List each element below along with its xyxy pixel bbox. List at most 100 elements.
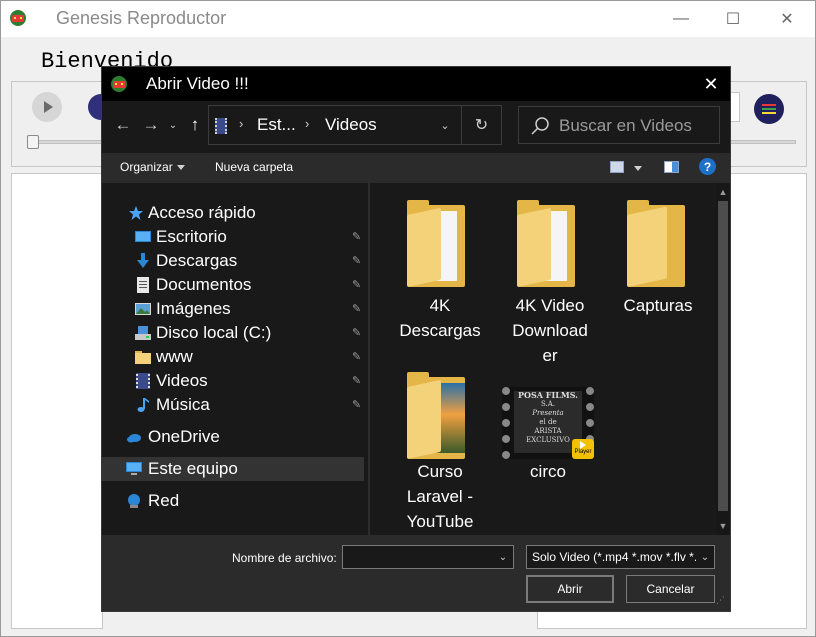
video-folder-icon — [215, 118, 227, 134]
play-icon — [44, 101, 53, 113]
scroll-up-button[interactable]: ▲ — [716, 185, 730, 199]
sidebar-item-label: Documentos — [156, 275, 252, 294]
recent-locations-button[interactable]: ⌄ — [166, 113, 180, 137]
up-button[interactable]: ↑ — [184, 113, 206, 137]
address-dropdown-button[interactable]: ⌄ — [435, 114, 455, 136]
pin-icon: ✎ — [352, 375, 362, 387]
breadcrumb-segment[interactable]: Est... — [257, 115, 296, 135]
dialog-toolbar: Organizar Nueva carpeta ? — [102, 153, 730, 183]
file-name-line: 4K Video — [515, 296, 585, 315]
refresh-button[interactable]: ↻ — [461, 106, 501, 144]
sidebar-item-label: Imágenes — [156, 299, 231, 318]
file-name-line: Download — [512, 321, 588, 340]
help-icon[interactable]: ? — [699, 158, 716, 175]
open-button[interactable]: Abrir — [526, 575, 614, 603]
folder-icon — [135, 351, 151, 364]
chevron-down-icon[interactable]: ⌄ — [697, 549, 713, 565]
cancel-button[interactable]: Cancelar — [626, 575, 715, 603]
back-button[interactable]: ← — [112, 113, 134, 137]
app-logo-icon — [10, 10, 26, 26]
pin-icon: ✎ — [352, 351, 362, 363]
thumbnail-text: el de — [539, 418, 557, 426]
organize-button[interactable]: Organizar — [120, 160, 173, 174]
thumbnail-text: S.A. — [540, 400, 556, 408]
address-bar[interactable]: › Est... › Videos ⌄ ↻ — [208, 105, 502, 145]
video-icon — [136, 373, 150, 389]
sidebar-item-pictures[interactable]: Imágenes ✎ — [102, 297, 364, 321]
maximize-button[interactable]: ☐ — [707, 1, 759, 37]
file-name-line: Curso — [417, 462, 463, 481]
search-icon — [531, 117, 549, 135]
pin-icon: ✎ — [352, 327, 362, 339]
breadcrumb-separator[interactable]: › — [239, 116, 243, 131]
app-titlebar: Genesis Reproductor — ☐ ✕ — [1, 1, 815, 37]
file-list: 4K Descargas 4K Video Download er Captur… — [370, 183, 716, 535]
sidebar-item-label: Disco local (C:) — [156, 323, 272, 342]
breadcrumb-separator[interactable]: › — [305, 116, 309, 131]
dialog-footer: Nombre de archivo: ⌄ Solo Video (*.mp4 *… — [102, 535, 730, 611]
folder-icon — [407, 372, 465, 459]
sidebar-item-label: OneDrive — [148, 427, 220, 446]
document-icon — [137, 277, 149, 293]
chevron-down-icon[interactable] — [634, 166, 642, 171]
dialog-titlebar: Abrir Video !!! ✕ — [102, 67, 730, 101]
forward-button[interactable]: → — [140, 113, 162, 137]
play-button[interactable] — [32, 92, 62, 122]
sidebar-item-network[interactable]: Red — [102, 489, 364, 513]
sidebar-item-label: Videos — [156, 371, 208, 390]
file-type-select[interactable]: Solo Video (*.mp4 *.mov *.flv *. ⌄ — [526, 545, 715, 569]
file-name-line: Descargas — [399, 321, 481, 340]
thumbnail-text: Presenta — [532, 409, 564, 417]
sidebar-item-desktop[interactable]: Escritorio ✎ — [102, 225, 364, 249]
file-type-value: Solo Video (*.mp4 *.mov *.flv *. — [532, 550, 696, 564]
file-item-video[interactable]: POSA FILMS. S.A. Presenta el de ARISTA E… — [498, 369, 598, 489]
sidebar-item-music[interactable]: Música ✎ — [102, 393, 364, 417]
dialog-close-button[interactable]: ✕ — [694, 71, 728, 97]
search-input[interactable]: Buscar en Videos — [518, 106, 720, 144]
sidebar-item-downloads[interactable]: Descargas ✎ — [102, 249, 364, 273]
app-logo-icon — [111, 76, 127, 92]
sidebar-item-this-pc[interactable]: Este equipo — [102, 457, 364, 481]
network-icon — [128, 494, 140, 508]
scroll-thumb[interactable] — [718, 201, 728, 511]
thumbnail-text: POSA FILMS. — [518, 390, 578, 400]
pin-icon: ✎ — [352, 231, 362, 243]
file-name-line: er — [542, 346, 558, 365]
sidebar-item-www[interactable]: www ✎ — [102, 345, 364, 369]
image-icon — [135, 303, 151, 315]
pin-icon: ✎ — [352, 255, 362, 267]
file-item-folder[interactable]: 4K Video Download er — [500, 183, 600, 365]
sidebar-item-label: www — [156, 347, 193, 366]
preview-pane-icon[interactable] — [664, 161, 679, 173]
app-title: Genesis Reproductor — [56, 8, 227, 28]
filename-input[interactable] — [342, 545, 514, 569]
cloud-icon — [127, 434, 141, 443]
player-badge-icon: Player — [572, 439, 594, 459]
new-folder-button[interactable]: Nueva carpeta — [215, 160, 293, 174]
scroll-down-button[interactable]: ▼ — [716, 519, 730, 533]
minimize-button[interactable]: — — [655, 1, 707, 37]
drive-icon — [135, 326, 151, 340]
playlist-button[interactable] — [754, 94, 784, 124]
vertical-scrollbar[interactable]: ▲ ▼ — [716, 183, 730, 535]
breadcrumb-segment[interactable]: Videos — [325, 115, 377, 135]
file-item-folder[interactable]: Curso Laravel - YouTube — [390, 369, 490, 535]
video-panel — [11, 173, 103, 629]
chevron-down-icon[interactable]: ⌄ — [494, 547, 512, 567]
file-item-folder[interactable]: Capturas — [608, 183, 708, 353]
folder-icon — [517, 200, 575, 287]
close-button[interactable]: ✕ — [761, 1, 813, 37]
dialog-title: Abrir Video !!! — [146, 74, 249, 93]
pin-icon: ✎ — [352, 279, 362, 291]
file-item-folder[interactable]: 4K Descargas — [390, 183, 490, 353]
chevron-down-icon[interactable] — [177, 165, 185, 170]
sidebar-item-documents[interactable]: Documentos ✎ — [102, 273, 364, 297]
sidebar-item-quick-access[interactable]: Acceso rápido — [102, 201, 364, 225]
sidebar-item-local-disk[interactable]: Disco local (C:) ✎ — [102, 321, 364, 345]
sidebar-item-videos[interactable]: Videos ✎ — [102, 369, 364, 393]
resize-grip-icon[interactable]: ⋰ — [716, 595, 728, 607]
view-options-icon[interactable] — [610, 161, 624, 173]
sidebar-item-onedrive[interactable]: OneDrive — [102, 425, 364, 449]
seek-thumb[interactable] — [27, 135, 39, 149]
computer-icon — [126, 462, 142, 475]
